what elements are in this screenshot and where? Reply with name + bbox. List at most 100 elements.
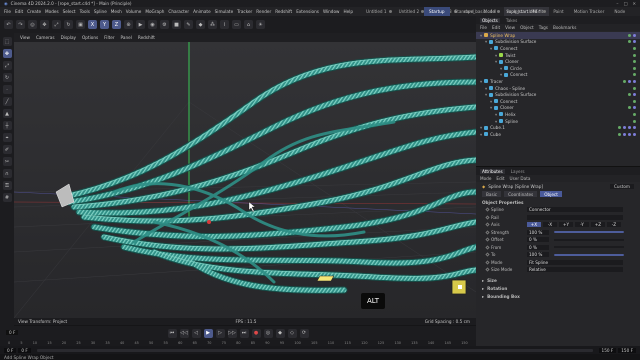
- coordinate-icon[interactable]: ⊕: [124, 20, 133, 29]
- prev-key-icon[interactable]: ◁◁: [179, 328, 189, 338]
- preset-dropdown[interactable]: Custom: [609, 183, 634, 189]
- axis-option-z[interactable]: +Z: [591, 222, 605, 228]
- menu-edit[interactable]: Edit: [15, 9, 23, 14]
- property-link-field[interactable]: Connector: [527, 207, 623, 213]
- object-row[interactable]: ▾ Cube: [476, 131, 640, 138]
- object-name[interactable]: Cloner: [505, 59, 519, 64]
- property-value-field[interactable]: 100 %: [527, 229, 549, 235]
- tab-objects[interactable]: Objects: [480, 17, 500, 23]
- rotate-icon[interactable]: ↻: [64, 20, 73, 29]
- play-icon[interactable]: ▶: [203, 328, 213, 338]
- objects-menu-file[interactable]: File: [480, 25, 487, 30]
- menu-mograph[interactable]: MoGraph: [145, 9, 164, 14]
- menu-simulate[interactable]: Simulate: [215, 9, 234, 14]
- expand-toggle-icon[interactable]: ▾: [490, 46, 492, 51]
- objects-menu-bookmarks[interactable]: Bookmarks: [553, 25, 576, 30]
- keyframe-icon[interactable]: [485, 267, 490, 272]
- object-name[interactable]: Subdivision Surface: [495, 92, 536, 97]
- cube-icon[interactable]: ■: [172, 20, 181, 29]
- object-row[interactable]: ▾ Cloner: [476, 105, 640, 112]
- expand-toggle-icon[interactable]: ▾: [500, 66, 502, 71]
- tag-icon[interactable]: [633, 79, 636, 83]
- tag-icon[interactable]: [628, 132, 631, 136]
- expand-toggle-icon[interactable]: ▾: [485, 92, 487, 97]
- viewport-menu-cameras[interactable]: Cameras: [36, 35, 55, 40]
- viewport-menu-options[interactable]: Options: [82, 35, 98, 40]
- viewport[interactable]: Perspective Default Camera Move: [14, 42, 476, 318]
- object-name[interactable]: Chaos - Spline: [495, 86, 525, 91]
- viewport-menu-display[interactable]: Display: [61, 35, 76, 40]
- scale-icon[interactable]: ⤢: [2, 61, 12, 70]
- keyframe-icon[interactable]: [485, 207, 490, 212]
- go-start-icon[interactable]: ⏮: [167, 328, 177, 338]
- slider-track[interactable]: [554, 231, 624, 234]
- start-frame-field[interactable]: 0 F: [4, 347, 17, 353]
- menu-animate[interactable]: Animate: [193, 9, 211, 14]
- tab-attributes[interactable]: Attributes: [480, 168, 505, 174]
- section-size[interactable]: ▸ Size: [476, 277, 640, 285]
- menu-select[interactable]: Select: [63, 9, 76, 14]
- layout-model[interactable]: Model: [479, 7, 502, 16]
- menu-tracker[interactable]: Tracker: [237, 9, 252, 14]
- expand-toggle-icon[interactable]: ▾: [485, 86, 487, 91]
- menu-extensions[interactable]: Extensions: [296, 9, 319, 14]
- menu-volume[interactable]: Volume: [126, 9, 142, 14]
- object-name[interactable]: Cube: [490, 132, 501, 137]
- visibility-dots-icon[interactable]: [628, 40, 631, 44]
- menu-tools[interactable]: Tools: [80, 9, 90, 14]
- object-row[interactable]: ▾ Connect: [476, 72, 640, 79]
- object-row[interactable]: ▾ Helix: [476, 111, 640, 118]
- tab-layers[interactable]: Layers: [509, 169, 527, 174]
- object-name[interactable]: Connect: [510, 72, 527, 77]
- property-value-field[interactable]: 0 %: [527, 244, 549, 250]
- keyframe-icon[interactable]: [485, 230, 490, 235]
- object-name[interactable]: Tracer: [490, 79, 503, 84]
- visibility-dots-icon[interactable]: [633, 53, 636, 57]
- object-row[interactable]: ▾ Cloner: [476, 58, 640, 65]
- visibility-dots-icon[interactable]: [633, 46, 636, 50]
- chevron-right-icon[interactable]: ▸: [482, 294, 484, 299]
- rotate-icon[interactable]: ↻: [2, 73, 12, 82]
- tab-takes[interactable]: Takes: [504, 18, 519, 23]
- visibility-dots-icon[interactable]: [633, 119, 636, 123]
- render-view-icon[interactable]: ▶: [136, 20, 145, 29]
- viewport-menu-view[interactable]: View: [20, 35, 30, 40]
- object-name[interactable]: Cube.1: [490, 125, 505, 130]
- chevron-right-icon[interactable]: ▸: [482, 286, 484, 291]
- object-name[interactable]: Cloner: [500, 105, 514, 110]
- menu-window[interactable]: Window: [323, 9, 340, 14]
- property-value-field[interactable]: 0 %: [527, 237, 549, 243]
- slider-track[interactable]: [554, 246, 624, 249]
- floor-icon[interactable]: ▭: [232, 20, 241, 29]
- next-frame-icon[interactable]: ▷: [215, 328, 225, 338]
- keyframe-icon[interactable]: [485, 252, 490, 257]
- section-bounding-box[interactable]: ▸ Bounding Box: [476, 293, 640, 301]
- menu-modes[interactable]: Modes: [45, 9, 59, 14]
- viewport-menu-filter[interactable]: Filter: [104, 35, 114, 40]
- preview-start-field[interactable]: 0 F: [18, 347, 31, 353]
- attributes-menu-user-data[interactable]: User Data: [510, 176, 531, 181]
- property-link-field[interactable]: [527, 214, 623, 220]
- expand-toggle-icon[interactable]: ▾: [480, 132, 482, 137]
- object-row[interactable]: ▾ Connect: [476, 98, 640, 105]
- layout-standard[interactable]: Standard: [450, 7, 479, 16]
- tag-icon[interactable]: [633, 132, 636, 136]
- autokey-icon[interactable]: ◎: [263, 328, 273, 338]
- objects-menu-object[interactable]: Object: [520, 25, 534, 30]
- axis-option-x[interactable]: +X: [527, 222, 541, 228]
- expand-toggle-icon[interactable]: ▾: [480, 33, 482, 38]
- axis-option-y[interactable]: -Y: [575, 222, 589, 228]
- layout-motion-tracker[interactable]: Motion Tracker: [569, 7, 610, 16]
- move-icon[interactable]: ✥: [2, 49, 12, 58]
- object-row[interactable]: ▾ Connect: [476, 45, 640, 52]
- tag-icon[interactable]: [633, 106, 636, 110]
- menu-character[interactable]: Character: [168, 9, 189, 14]
- layout-startup[interactable]: Startup: [424, 7, 450, 16]
- expand-toggle-icon[interactable]: ▾: [485, 39, 487, 44]
- minimize-button[interactable]: –: [616, 1, 618, 6]
- subtab-object[interactable]: Object: [540, 191, 562, 197]
- next-key-icon[interactable]: ▷▷: [227, 328, 237, 338]
- current-frame-field[interactable]: 0 F: [6, 330, 19, 335]
- expand-toggle-icon[interactable]: ▾: [500, 72, 502, 77]
- visibility-dots-icon[interactable]: [633, 66, 636, 70]
